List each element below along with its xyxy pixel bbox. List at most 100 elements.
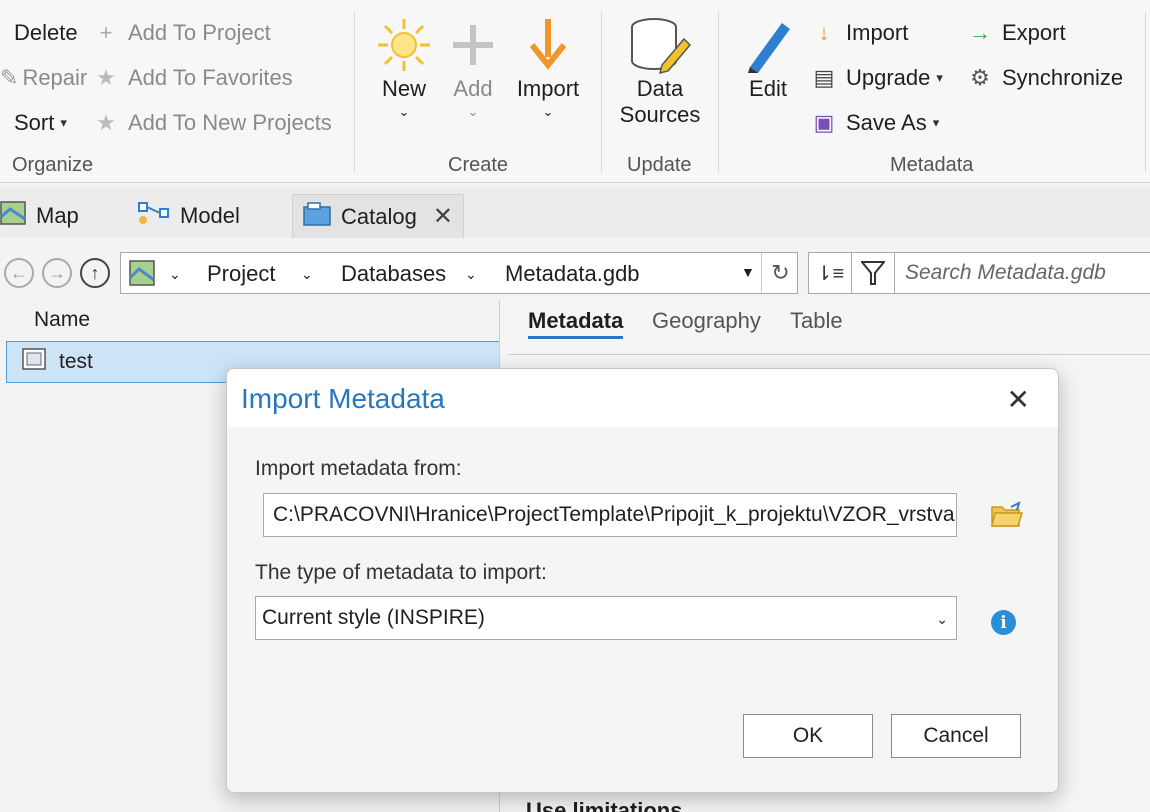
new-label: New	[381, 76, 426, 101]
sort-button[interactable]: ⇂≡	[808, 252, 852, 294]
metadata-type-select[interactable]: Current style (INSPIRE) ⌄	[255, 596, 957, 640]
sun-icon	[372, 14, 436, 76]
metadata-type-label: The type of metadata to import:	[255, 561, 547, 584]
delete-button[interactable]: Delete	[14, 20, 78, 46]
map-icon	[0, 201, 26, 231]
close-icon[interactable]: ✕	[433, 202, 453, 231]
arrow-up-icon: ↑	[90, 262, 100, 283]
synchronize-label: Synchronize	[1002, 65, 1124, 90]
import-button[interactable]: Import ⌄	[512, 14, 584, 120]
create-group-label: Create	[448, 154, 509, 176]
tab-model[interactable]: Model	[138, 194, 240, 238]
tab-map[interactable]: Map	[0, 194, 79, 238]
refresh-button[interactable]: ↻	[761, 253, 799, 293]
new-button[interactable]: New ⌄	[372, 14, 436, 120]
metadata-type-value: Current style (INSPIRE)	[262, 606, 485, 629]
data-sources-label-2: Sources	[619, 102, 701, 127]
tab-catalog-label: Catalog	[341, 203, 417, 229]
tab-metadata[interactable]: Metadata	[528, 308, 624, 339]
data-sources-label-1: Data	[636, 76, 684, 101]
tab-underline-divider	[508, 354, 1150, 355]
sort-label: Sort	[14, 110, 55, 135]
synchronize-gear-icon: ⚙	[970, 65, 990, 90]
dropdown-arrow-icon[interactable]: ▼	[741, 264, 755, 280]
cancel-button[interactable]: Cancel	[891, 714, 1021, 758]
star-icon: ★	[96, 65, 116, 90]
map-icon	[128, 260, 155, 291]
group-divider	[601, 12, 602, 172]
filter-button[interactable]	[851, 252, 895, 294]
plus-icon	[448, 14, 498, 76]
repair-label: Repair	[22, 65, 88, 90]
add-button[interactable]: Add ⌄	[448, 14, 498, 120]
chevron-down-icon: ⌄	[936, 611, 948, 627]
tab-model-label: Model	[180, 203, 240, 228]
save-as-label: Save As	[846, 110, 927, 135]
chevron-down-icon: ▾	[60, 115, 67, 130]
browse-folder-icon[interactable]	[991, 501, 1024, 534]
chevron-down-icon: ▾	[936, 70, 943, 85]
info-icon[interactable]: i	[991, 610, 1016, 635]
sort-button[interactable]: Sort ▾	[14, 110, 67, 136]
dialog-body: Import metadata from: C:\PRACOVNI\Hranic…	[227, 427, 1058, 792]
delete-label: Delete	[14, 20, 78, 45]
breadcrumb-project[interactable]: Project	[207, 261, 275, 287]
forward-button[interactable]: →	[42, 258, 72, 288]
up-button[interactable]: ↑	[80, 258, 110, 288]
add-to-project-label: Add To Project	[128, 20, 271, 45]
add-to-favorites-button[interactable]: ★ Add To Favorites	[92, 65, 293, 91]
chevron-down-icon[interactable]: ⌄	[301, 266, 313, 283]
add-to-project-button[interactable]: + Add To Project	[92, 20, 271, 46]
import-arrow-icon: ↓	[818, 20, 830, 45]
chevron-down-icon: ⌄	[467, 104, 479, 119]
export-button[interactable]: → Export	[966, 20, 1066, 46]
group-divider	[354, 12, 355, 172]
export-arrow-icon: →	[969, 20, 991, 45]
name-column-header[interactable]: Name	[34, 308, 90, 332]
edit-metadata-button[interactable]: Edit	[738, 14, 798, 102]
import-from-label: Import metadata from:	[255, 457, 462, 480]
list-item-label: test	[59, 350, 93, 373]
chevron-down-icon[interactable]: ⌄	[465, 266, 477, 283]
update-group-label: Update	[627, 154, 692, 176]
save-as-button[interactable]: ▣ Save As ▾	[810, 110, 940, 136]
repair-button[interactable]: ✎ Repair	[0, 65, 87, 91]
chevron-down-icon: ⌄	[398, 104, 410, 119]
upgrade-document-icon: ▤	[813, 65, 835, 90]
chevron-down-icon: ▾	[932, 115, 940, 130]
data-sources-button[interactable]: Data Sources	[616, 14, 704, 128]
close-icon[interactable]: ✕	[1007, 383, 1030, 416]
breadcrumb-databases[interactable]: Databases	[341, 261, 446, 287]
tab-catalog[interactable]: Catalog ✕	[292, 194, 464, 238]
model-builder-icon	[138, 201, 170, 231]
ribbon: Delete ✎ Repair Sort ▾ + Add To Project ★ A…	[0, 0, 1150, 183]
metadata-item-icon	[21, 347, 47, 377]
search-input[interactable]: Search Metadata.gdb	[894, 252, 1150, 294]
refresh-icon: ↻	[771, 260, 790, 285]
import-metadata-button[interactable]: ↓ Import	[810, 20, 909, 46]
database-edit-icon	[616, 14, 704, 76]
back-button[interactable]: ←	[4, 258, 34, 288]
edit-label: Edit	[749, 76, 787, 101]
breadcrumb[interactable]: ⌄ Project ⌄ Databases ⌄ Metadata.gdb ▼ ↻	[120, 252, 798, 294]
arrow-right-icon: →	[48, 262, 66, 283]
group-divider	[1145, 12, 1146, 172]
export-label: Export	[1002, 20, 1066, 45]
tab-table[interactable]: Table	[790, 308, 843, 334]
synchronize-button[interactable]: ⚙ Synchronize	[966, 65, 1123, 91]
import-metadata-label: Import	[846, 20, 909, 45]
upgrade-button[interactable]: ▤ Upgrade ▾	[810, 65, 943, 91]
import-label: Import	[516, 76, 580, 101]
address-bar: ← → ↑ ⌄ Project ⌄ Databases ⌄ Metadata.g…	[0, 246, 1150, 300]
organize-group-label: Organize	[12, 154, 94, 176]
ok-button[interactable]: OK	[743, 714, 873, 758]
breadcrumb-metadata-gdb[interactable]: Metadata.gdb	[505, 261, 640, 287]
chevron-down-icon: ⌄	[542, 104, 554, 119]
chevron-down-icon[interactable]: ⌄	[169, 266, 181, 283]
import-metadata-dialog: Import Metadata ✕ Import metadata from: …	[226, 368, 1059, 793]
tab-geography[interactable]: Geography	[652, 308, 761, 334]
star-add-icon: ★	[96, 110, 116, 135]
import-from-field[interactable]: C:\PRACOVNI\Hranice\ProjectTemplate\Prip…	[263, 493, 957, 537]
add-label: Add	[453, 76, 493, 101]
add-to-new-projects-button[interactable]: ★ Add To New Projects	[92, 110, 332, 136]
